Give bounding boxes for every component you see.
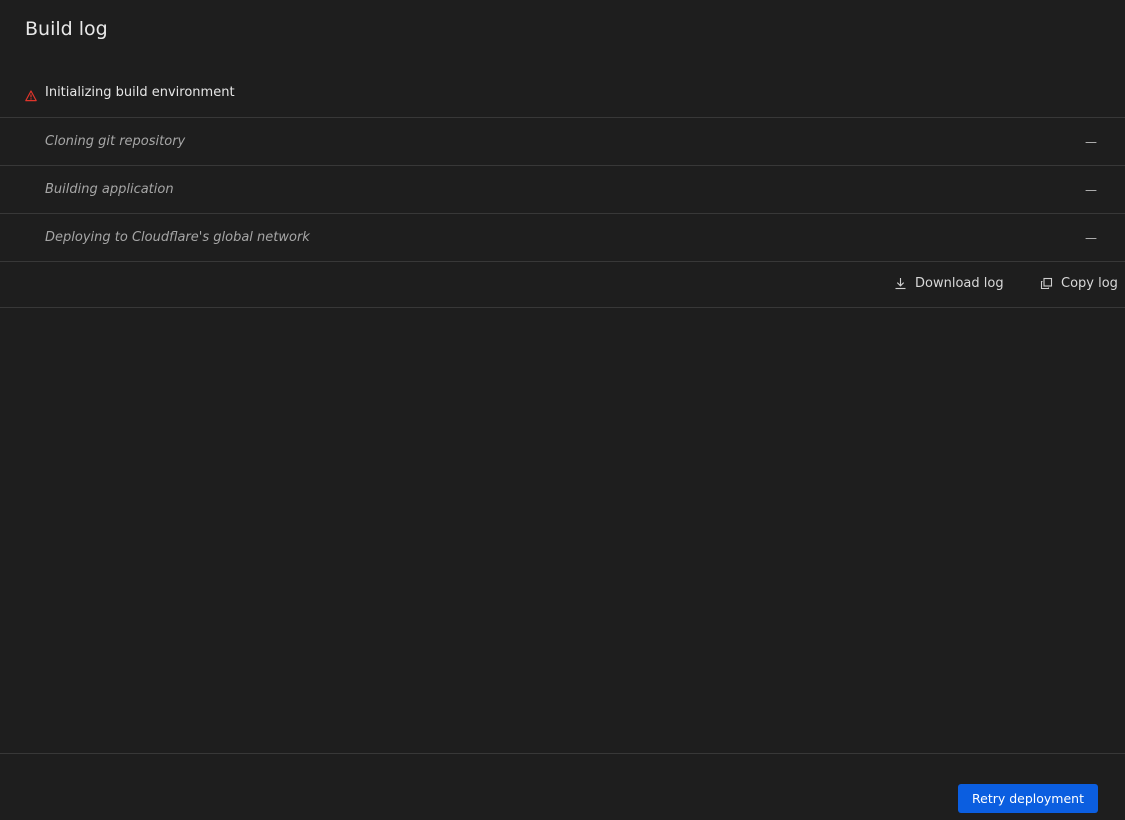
download-log-label: Download log bbox=[915, 276, 1004, 291]
build-step-status: — bbox=[1085, 135, 1097, 149]
build-log-panel: Build log Initializing build environment… bbox=[0, 0, 1125, 820]
retry-deployment-button[interactable]: Retry deployment bbox=[958, 784, 1098, 813]
build-step-cloning[interactable]: Cloning git repository — bbox=[0, 118, 1125, 166]
build-step-label: Cloning git repository bbox=[45, 134, 186, 149]
build-step-label: Deploying to Cloudflare's global network bbox=[45, 230, 310, 245]
build-step-status: — bbox=[1085, 231, 1097, 245]
footer-bar: Retry deployment bbox=[0, 753, 1125, 820]
copy-log-button[interactable]: Copy log bbox=[1040, 276, 1118, 291]
build-step-label: Building application bbox=[45, 182, 174, 197]
warning-icon bbox=[25, 87, 37, 102]
build-step-status: — bbox=[1085, 183, 1097, 197]
build-steps-list: Initializing build environment Cloning g… bbox=[0, 69, 1125, 262]
build-step-initializing[interactable]: Initializing build environment bbox=[0, 69, 1125, 118]
download-log-button[interactable]: Download log bbox=[894, 276, 1004, 291]
copy-icon bbox=[1040, 277, 1053, 290]
build-step-deploying[interactable]: Deploying to Cloudflare's global network… bbox=[0, 214, 1125, 262]
page-title: Build log bbox=[25, 18, 108, 40]
copy-log-label: Copy log bbox=[1061, 276, 1118, 291]
build-step-building[interactable]: Building application — bbox=[0, 166, 1125, 214]
build-step-label: Initializing build environment bbox=[45, 85, 235, 100]
download-icon bbox=[894, 277, 907, 290]
log-actions-bar: Download log Copy log bbox=[0, 263, 1125, 308]
